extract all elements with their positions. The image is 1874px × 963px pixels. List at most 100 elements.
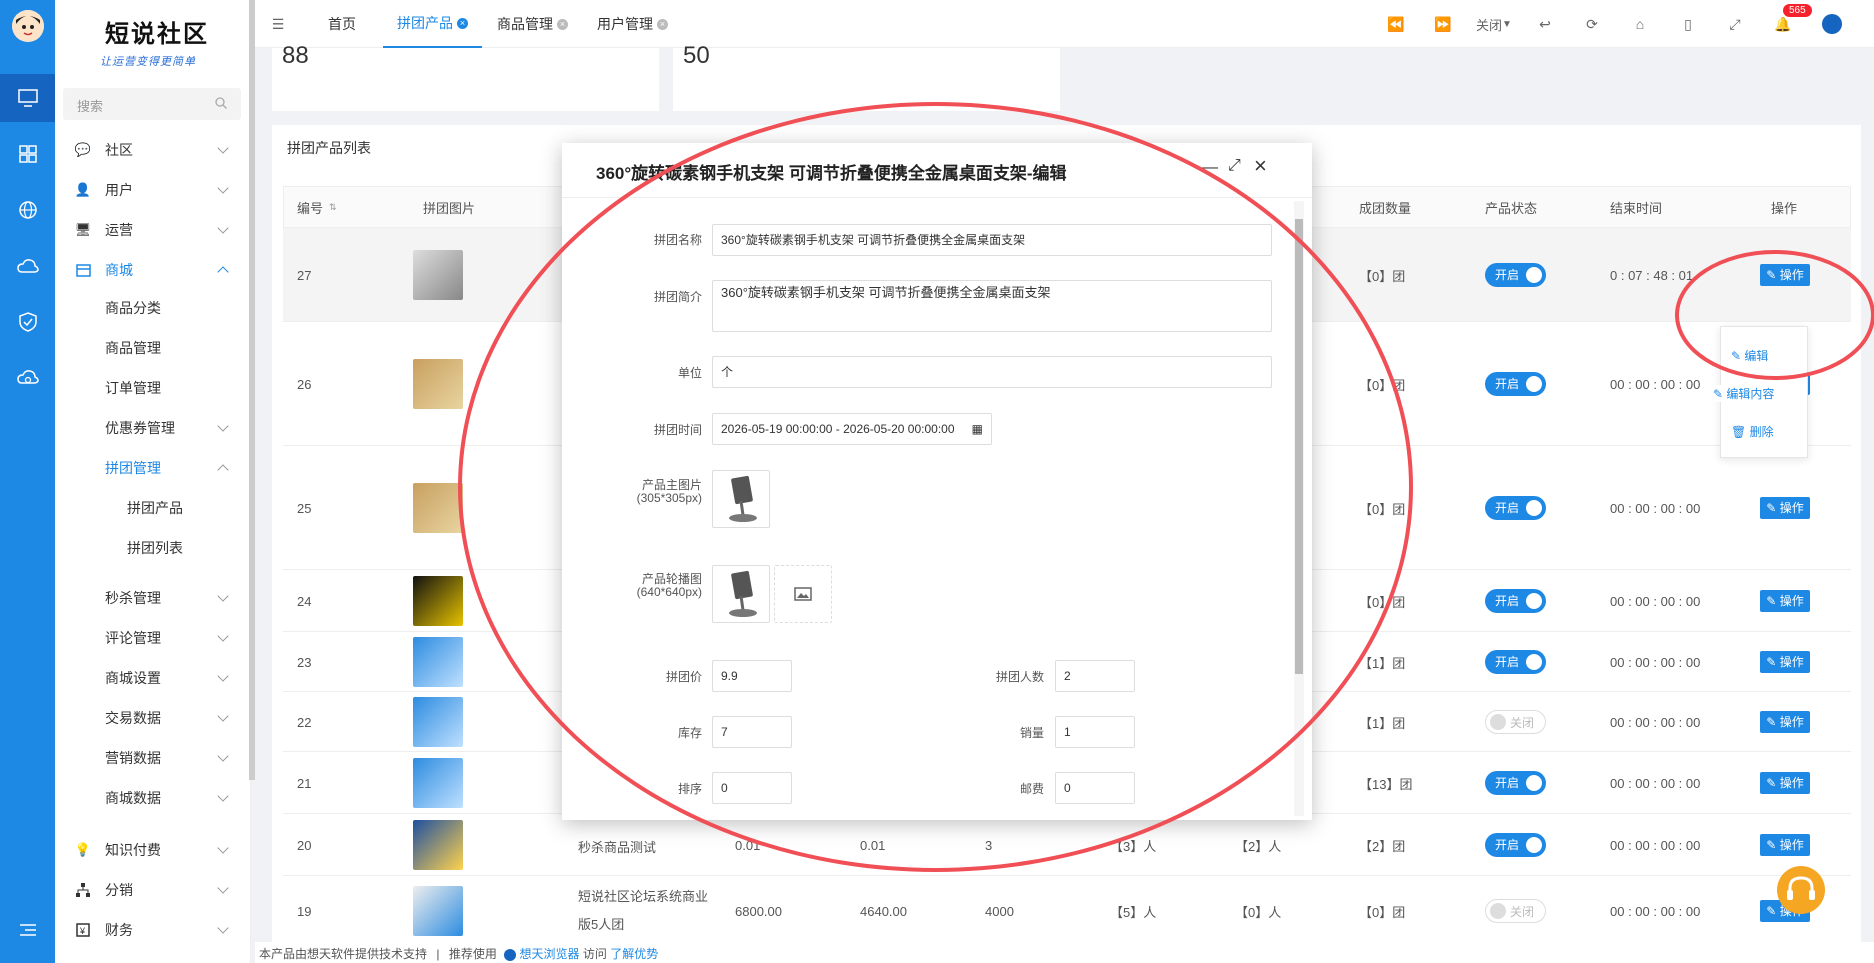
sidebar-item-distribution[interactable]: 分销 — [55, 870, 241, 910]
status-toggle[interactable]: 开启 — [1485, 496, 1546, 520]
action-button[interactable]: ✎ 操作 — [1760, 651, 1810, 673]
grid-icon[interactable] — [0, 130, 55, 178]
shop-icon — [75, 262, 91, 278]
row-end-time: 00 : 00 : 00 : 00 — [1610, 654, 1701, 670]
action-button[interactable]: ✎ 操作 — [1760, 834, 1810, 856]
product-thumbnail[interactable] — [413, 820, 463, 870]
status-toggle[interactable]: 关闭 — [1485, 899, 1546, 923]
sidebar-item-orders[interactable]: 订单管理 — [55, 368, 241, 408]
delete-menu-item[interactable]: 🗑 删除 — [1731, 423, 1774, 440]
action-button[interactable]: ✎ 操作 — [1760, 772, 1810, 794]
sidebar-item-marketing-data[interactable]: 营销数据 — [55, 738, 241, 778]
close-icon[interactable]: × — [1254, 153, 1267, 179]
sidebar-item-mall-settings[interactable]: 商城设置 — [55, 658, 241, 698]
cloud-sync-icon[interactable] — [0, 354, 55, 402]
row-id: 22 — [297, 714, 312, 730]
col-label: 产品状态 — [1485, 200, 1538, 216]
product-thumbnail[interactable] — [413, 697, 463, 747]
sidebar-item-mall-data[interactable]: 商城数据 — [55, 778, 241, 818]
product-thumbnail[interactable] — [413, 576, 463, 626]
headset-icon — [1787, 876, 1815, 900]
tab-home[interactable]: 首页 — [328, 0, 356, 48]
globe-icon[interactable] — [0, 186, 55, 234]
footer-browser-link[interactable]: 想天浏览器 — [520, 947, 580, 961]
sidebar-item-label: 拼团列表 — [127, 540, 183, 556]
sidebar-item-knowledge[interactable]: 💡 知识付费 — [55, 830, 241, 870]
refresh-icon[interactable]: ⟳ — [1582, 14, 1602, 34]
rewind-icon[interactable]: ⏪ — [1386, 14, 1406, 34]
product-thumbnail[interactable] — [413, 758, 463, 808]
customer-support-button[interactable] — [1777, 866, 1825, 914]
col-id[interactable]: 编号 ⇅ — [297, 186, 337, 228]
bell-icon[interactable]: 🔔 — [1773, 14, 1793, 34]
row-joined: 【2】人 — [1235, 838, 1282, 854]
status-toggle[interactable]: 开启 — [1485, 589, 1546, 613]
sidebar-scrollbar[interactable] — [249, 0, 255, 780]
sort-icon[interactable]: ⇅ — [329, 202, 337, 213]
sidebar-item-label: 商城设置 — [105, 670, 161, 686]
sidebar-item-groupbuy-products[interactable]: 拼团产品 — [55, 488, 241, 528]
sidebar-item-groupbuy[interactable]: 拼团管理 — [55, 448, 241, 488]
search-icon[interactable] — [215, 97, 227, 109]
shield-icon[interactable] — [0, 298, 55, 346]
tab-user-manage[interactable]: 用户管理 × — [597, 0, 668, 48]
row-end-time: 00 : 00 : 00 : 00 — [1610, 376, 1701, 392]
sidebar-item-coupons[interactable]: 优惠券管理 — [55, 408, 241, 448]
status-toggle[interactable]: 开启 — [1485, 833, 1546, 857]
row-id: 26 — [297, 376, 312, 392]
product-thumbnail[interactable] — [413, 359, 463, 409]
row-groups: 【2】团 — [1359, 838, 1406, 854]
tab-groupbuy-products[interactable]: 拼团产品 × — [383, 0, 482, 48]
close-icon[interactable]: × — [657, 18, 668, 30]
sidebar-item-product-category[interactable]: 商品分类 — [55, 288, 241, 328]
mobile-icon[interactable]: ▯ — [1678, 14, 1698, 34]
action-button[interactable]: ✎ 操作 — [1760, 497, 1810, 519]
user-avatar[interactable] — [1822, 14, 1842, 34]
product-thumbnail[interactable] — [413, 483, 463, 533]
action-button[interactable]: ✎ 操作 — [1760, 711, 1810, 733]
fullscreen-icon[interactable]: ⤢ — [1725, 14, 1745, 34]
product-thumbnail[interactable] — [413, 637, 463, 687]
footer-learn-link[interactable]: 了解优势 — [610, 947, 658, 961]
action-button[interactable]: ✎ 操作 — [1760, 590, 1810, 612]
row-groups: 【1】团 — [1359, 715, 1406, 731]
sidebar-item-users[interactable]: 👤 用户 — [55, 170, 241, 210]
sidebar-item-comments[interactable]: 评论管理 — [55, 618, 241, 658]
close-icon[interactable]: × — [557, 18, 568, 30]
close-icon[interactable]: × — [457, 17, 468, 29]
sidebar-item-label: 商城数据 — [105, 790, 161, 806]
brand-slogan: 让运营变得更简单 — [100, 56, 196, 68]
sidebar-item-mall[interactable]: 商城 — [55, 250, 241, 290]
row-id: 27 — [297, 267, 312, 283]
back-icon[interactable]: ↩ — [1535, 14, 1555, 34]
collapse-menu-icon[interactable]: ☰ — [268, 14, 288, 34]
sidebar-item-finance[interactable]: ¥ 财务 — [55, 910, 241, 950]
avatar[interactable] — [12, 10, 44, 42]
search-input[interactable]: 搜索 — [63, 88, 241, 120]
maximize-icon[interactable]: ⤢ — [1228, 157, 1241, 175]
status-toggle[interactable]: 关闭 — [1485, 710, 1546, 734]
home-lock-icon[interactable]: ⌂ — [1630, 14, 1650, 34]
close-dropdown[interactable]: 关闭 ▼ — [1472, 14, 1516, 34]
tab-product-manage[interactable]: 商品管理 × — [497, 0, 568, 48]
product-thumbnail[interactable] — [413, 886, 463, 936]
product-thumbnail[interactable] — [413, 250, 463, 300]
cloud-icon[interactable] — [0, 242, 55, 290]
status-toggle[interactable]: 开启 — [1485, 372, 1546, 396]
sidebar-item-community[interactable]: 💬 社区 — [55, 130, 241, 170]
notification-badge: 565 — [1783, 4, 1812, 17]
sidebar-item-operations[interactable]: 🖥 运营 — [55, 210, 241, 250]
status-toggle[interactable]: 开启 — [1485, 650, 1546, 674]
menu-collapse-icon[interactable] — [0, 906, 55, 954]
edit-content-menu-item[interactable]: ✎ 编辑内容 — [1713, 385, 1775, 402]
menu-label: 编辑内容 — [1726, 387, 1775, 401]
monitor-icon[interactable] — [0, 74, 55, 122]
row-stock: 4000 — [985, 903, 1014, 919]
forward-icon[interactable]: ⏩ — [1433, 14, 1453, 34]
sidebar-item-flash-sale[interactable]: 秒杀管理 — [55, 578, 241, 618]
status-toggle[interactable]: 开启 — [1485, 771, 1546, 795]
sidebar-item-trade-data[interactable]: 交易数据 — [55, 698, 241, 738]
status-toggle[interactable]: 开启 — [1485, 263, 1546, 287]
sidebar-item-groupbuy-list[interactable]: 拼团列表 — [55, 528, 241, 568]
sidebar-item-product-manage[interactable]: 商品管理 — [55, 328, 241, 368]
